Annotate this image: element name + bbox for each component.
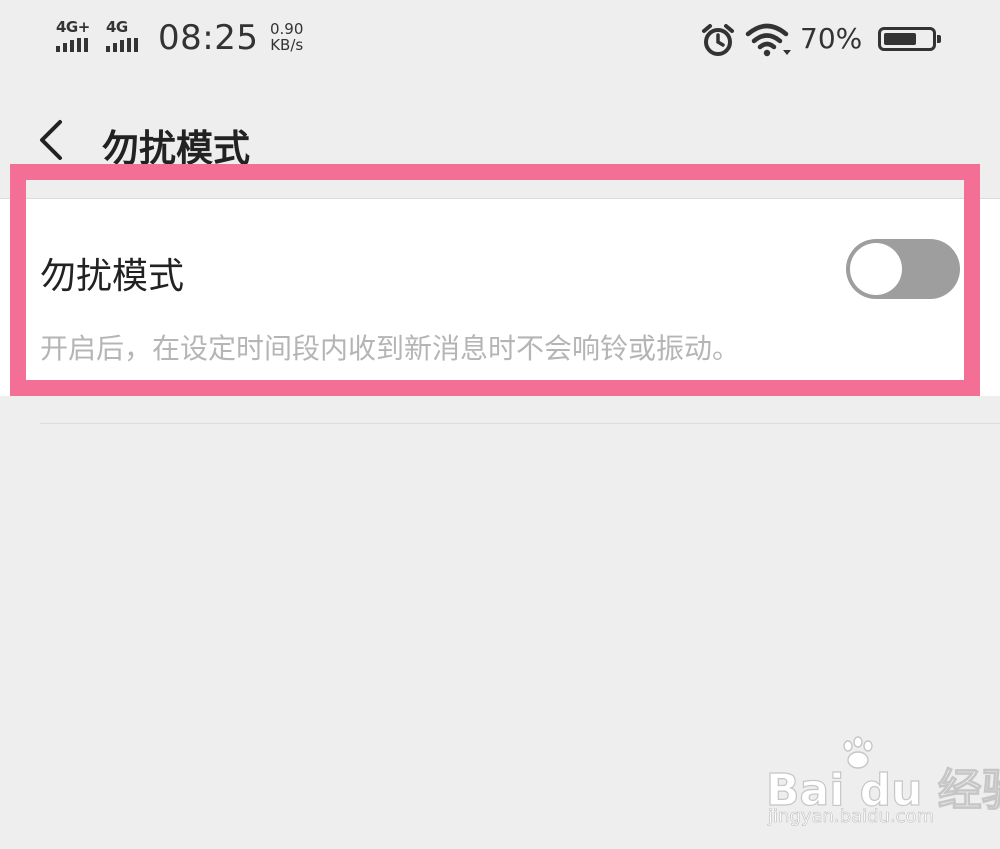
battery-icon xyxy=(878,27,941,51)
network-speed-value: 0.90 xyxy=(270,20,304,38)
battery-fill xyxy=(884,33,916,45)
network-speed-unit: KB/s xyxy=(270,36,304,54)
alarm-clock-icon xyxy=(702,24,734,56)
wifi-icon xyxy=(745,23,791,57)
watermark-url: jingyan.baidu.com xyxy=(768,806,935,828)
sim2-network-label: 4G xyxy=(106,18,128,36)
battery-tip xyxy=(937,35,941,43)
sim1-network-label: 4G+ xyxy=(56,18,90,36)
status-time: 08:25 xyxy=(158,18,259,58)
status-bar: 4G+ 4G 08:25 0.90 KB/s 70% xyxy=(0,0,1000,80)
battery-percent: 70% xyxy=(800,22,863,55)
signal-bars-icon xyxy=(56,38,88,52)
baidu-jingyan-watermark: Bai du 经验 jingyan.baidu.com xyxy=(765,736,1000,832)
network-speed: 0.90 KB/s xyxy=(270,21,303,53)
divider xyxy=(40,423,1000,424)
chevron-left-icon[interactable] xyxy=(32,116,72,164)
highlight-frame xyxy=(10,164,980,396)
signal-bars-icon xyxy=(106,38,138,52)
